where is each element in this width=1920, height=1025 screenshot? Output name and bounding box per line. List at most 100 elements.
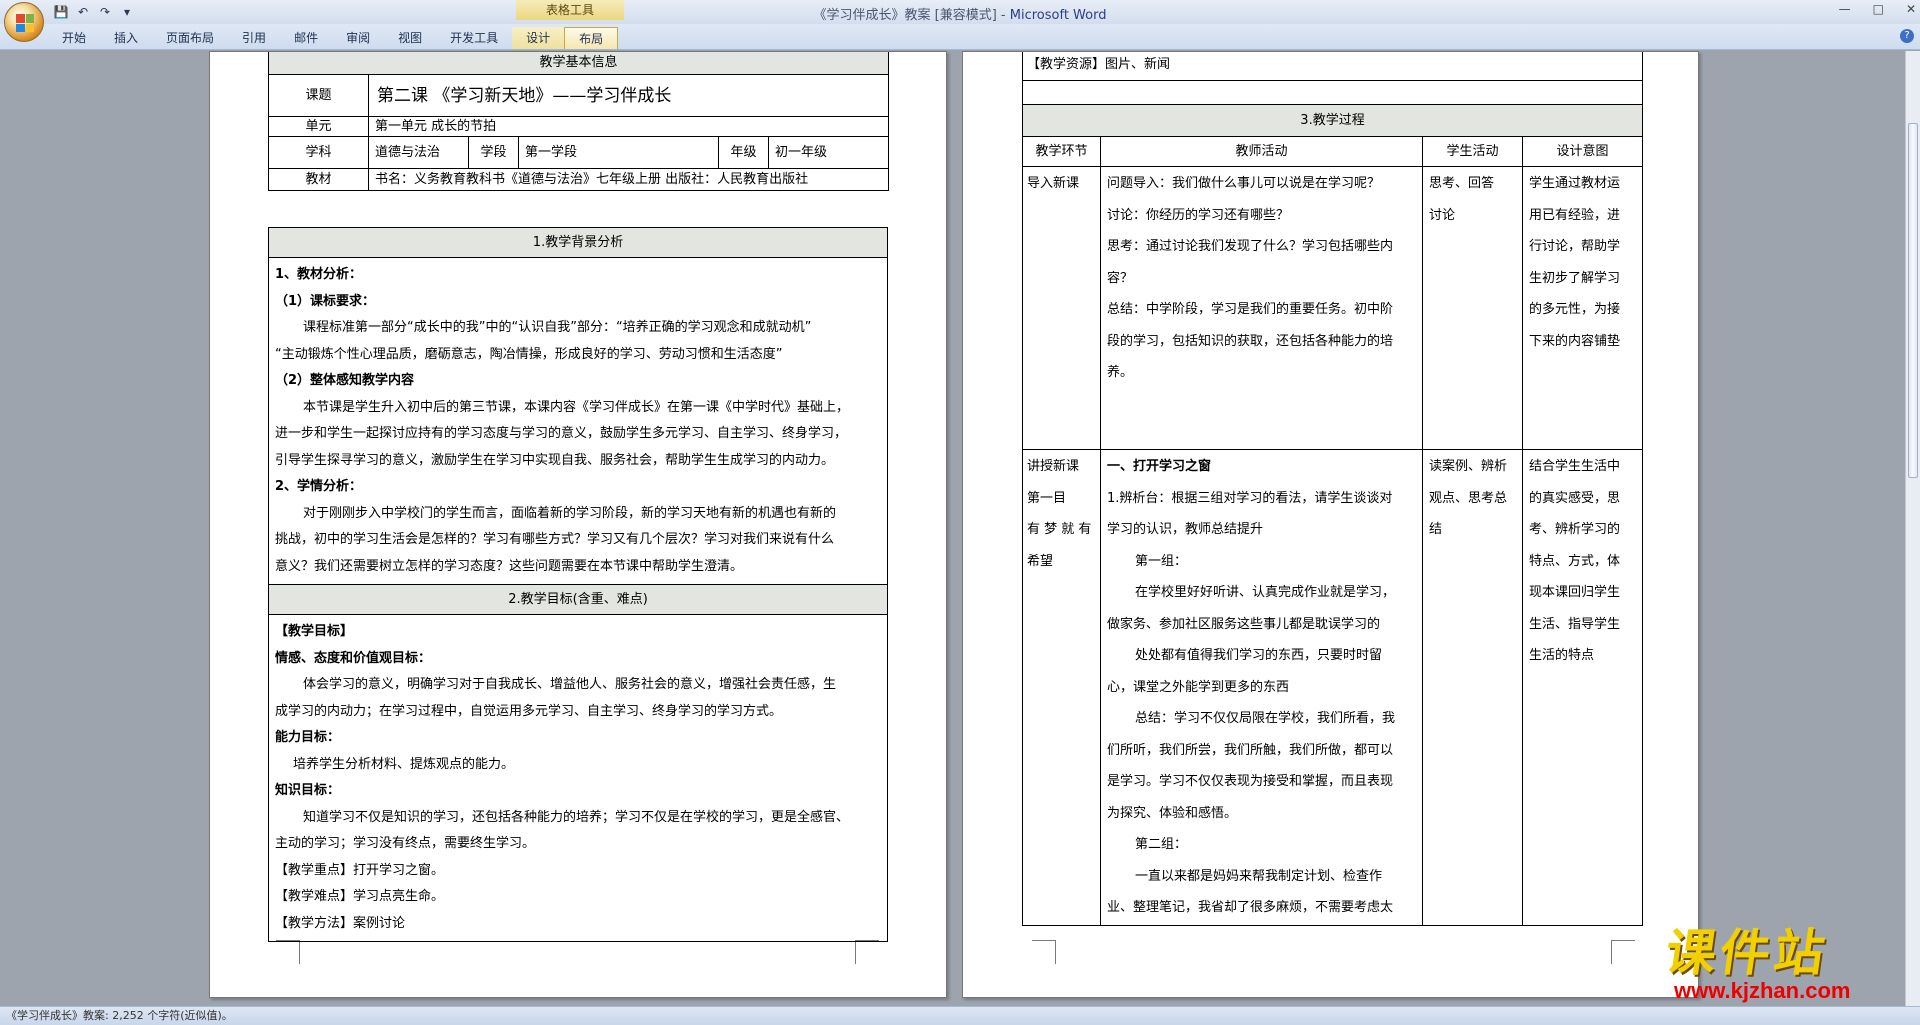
goal-line: 培养学生分析材料、提炼观点的能力。 [293, 756, 515, 772]
background-header: 1.教学背景分析 [268, 227, 888, 258]
maximize-icon[interactable]: □ [1873, 2, 1884, 16]
row2-teacher-line: 总结：学习不仅仅局限在学校，我们所看，我 [1135, 711, 1396, 726]
row2-design-line: 特点、方式，体 [1529, 553, 1621, 569]
process-header: 3.教学过程 [1021, 104, 1644, 137]
bg-line: 进一步和学生一起探讨应持有的学习态度与学习的意义，鼓励学生多元学习、自主学习、终… [275, 426, 848, 441]
row2-design: 结合学生生活中 的真实感受，思 考、辨析学习的 特点、方式，体 现本课回归学生 … [1521, 449, 1644, 926]
bg-line: 引导学生探寻学习的意义，激励学生在学习中实现自我、服务社会，帮助学生生成学习的内… [275, 452, 835, 468]
row2-design-line: 结合学生生活中 [1529, 459, 1621, 474]
row1-teacher-line: 段的学习，包括知识的获取，还包括各种能力的培 [1107, 333, 1394, 349]
bg-line: 意义？我们还需要树立怎样的学习态度？这些问题需要在本节课中帮助学生澄清。 [275, 558, 744, 574]
goal-line: 知识目标： [275, 783, 341, 798]
tab-home[interactable]: 开始 [48, 27, 100, 49]
window-title: 《学习伴成长》教案 [兼容模式] - Microsoft Word [0, 4, 1920, 23]
row2-student-line: 结 [1429, 522, 1443, 537]
col-header-stage: 教学环节 [1022, 136, 1101, 167]
row1-stage: 导入新课 [1022, 166, 1101, 450]
tab-references[interactable]: 引用 [228, 27, 280, 49]
row1-teacher-line: 问题导入：我们做什么事儿可以说是在学习呢？ [1107, 176, 1381, 191]
row2-teacher-line: 第二组： [1135, 837, 1188, 852]
office-button[interactable] [4, 2, 44, 42]
ribbon-tabs: 开始 插入 页面布局 引用 邮件 审阅 视图 开发工具 设计 布局 [48, 27, 619, 49]
col-header-teacher: 教师活动 [1100, 136, 1423, 167]
row2-stage-line: 讲授新课 [1027, 459, 1080, 474]
row1-design-line: 行讨论，帮助学 [1529, 239, 1621, 254]
teaching-process-table: 【教学资源】图片、新闻 3.教学过程 教学环节 教师活动 学生活动 设计意图 导… [1021, 52, 1644, 926]
row2-stage-line: 第一目 [1027, 490, 1067, 506]
row2-teacher-line: 是学习。学习不仅仅表现为接受和掌握，而且表现 [1107, 774, 1394, 789]
goal-line: 【教学难点】学习点亮生命。 [275, 889, 445, 904]
vertical-scrollbar[interactable] [1905, 51, 1920, 1006]
row1-design-line: 生初步了解学习 [1529, 270, 1621, 286]
window-controls: — □ ✕ [1839, 2, 1916, 16]
title-bar: 💾 ↶ ↷ ▾ 表格工具 《学习伴成长》教案 [兼容模式] - Microsof… [0, 0, 1920, 24]
row1-teacher-line: 养。 [1107, 365, 1134, 380]
row2-teacher-line: 业、整理笔记，我省却了很多麻烦，不需要考虑太 [1107, 900, 1394, 915]
row2-stage: 讲授新课 第一目 有 梦 就 有 希望 [1022, 449, 1101, 926]
row2-design-line: 现本课回归学生 [1529, 585, 1621, 600]
row2-student: 读案例、辨析 观点、思考总 结 [1422, 449, 1523, 926]
word-count[interactable]: 《学习伴成长》教案: 2,252 个字符(近似值)。 [6, 1009, 233, 1022]
margin-corner-mark [1611, 940, 1635, 964]
row1-design-line: 下来的内容铺垫 [1529, 333, 1621, 349]
tab-table-layout[interactable]: 布局 [564, 27, 619, 49]
row1-design-line: 的多元性，为接 [1529, 302, 1621, 317]
bg-line: 对于刚刚步入中学校门的学生而言，面临着新的学习阶段，新的学习天地有新的机遇也有新… [303, 505, 837, 521]
row1-design-line: 用已有经验，进 [1529, 207, 1621, 223]
watermark-url: www.kjzhan.com [1674, 978, 1851, 1003]
tab-insert[interactable]: 插入 [100, 27, 152, 49]
bg-line: （2）整体感知教学内容 [275, 373, 415, 388]
row2-teacher-line: 处处都有值得我们学习的东西，只要时时留 [1135, 648, 1383, 663]
background-content: 1、教材分析： （1）课标要求： 课程标准第一部分“成长中的我”中的“认识自我”… [268, 257, 888, 585]
goals-header: 2.教学目标(含重、难点) [268, 584, 888, 615]
tab-view[interactable]: 视图 [384, 27, 436, 49]
lesson-unit: 第一单元 成长的节拍 [367, 116, 890, 137]
page-right: 【教学资源】图片、新闻 3.教学过程 教学环节 教师活动 学生活动 设计意图 导… [962, 51, 1699, 998]
bg-line: 课程标准第一部分“成长中的我”中的“认识自我”部分：“培养正确的学习观念和成就动… [303, 320, 812, 335]
col-header-design: 设计意图 [1521, 136, 1644, 167]
row2-stage-line: 希望 [1027, 553, 1054, 569]
goal-line: 知道学习不仅是知识的学习，还包括各种能力的培养；学习不仅是在学校的学习，更是全感… [303, 809, 850, 825]
row1-design: 学生通过教材运 用已有经验，进 行讨论，帮助学 生初步了解学习 的多元性，为接 … [1521, 166, 1644, 450]
row1-teacher: 问题导入：我们做什么事儿可以说是在学习呢？ 讨论：你经历的学习还有哪些？ 思考：… [1100, 166, 1423, 450]
label-unit: 单元 [268, 116, 369, 137]
col-header-student: 学生活动 [1422, 136, 1523, 167]
minimize-icon[interactable]: — [1839, 2, 1851, 16]
tab-review[interactable]: 审阅 [332, 27, 384, 49]
row2-teacher-line: 心，课堂之外能学到更多的东西 [1107, 679, 1290, 695]
row1-student: 思考、回答 讨论 [1422, 166, 1523, 450]
row2-teacher: 一、打开学习之窗 1.辨析台：根据三组对学习的看法，请学生谈谈对 学习的认识，教… [1100, 449, 1423, 926]
tab-mailings[interactable]: 邮件 [280, 27, 332, 49]
lesson-subject: 道德与法治 [368, 136, 469, 169]
row1-student-line: 讨论 [1429, 207, 1456, 223]
row1-stage-line: 导入新课 [1027, 176, 1080, 191]
row1-teacher-line: 思考：通过讨论我们发现了什么？学习包括哪些内 [1107, 239, 1394, 254]
label-topic: 课题 [268, 74, 369, 117]
goal-line: 成学习的内动力；在学习过程中，自觉运用多元学习、自主学习、终身学习的学习方式。 [275, 703, 783, 719]
analysis-table: 1.教学背景分析 1、教材分析： （1）课标要求： 课程标准第一部分“成长中的我… [268, 227, 888, 942]
close-icon[interactable]: ✕ [1906, 2, 1916, 16]
row2-design-line: 生活、指导学生 [1529, 616, 1621, 632]
row1-design-line: 学生通过教材运 [1529, 176, 1621, 191]
lesson-grade: 初一年级 [767, 136, 890, 169]
help-icon[interactable]: ? [1900, 29, 1914, 43]
row2-design-line: 考、辨析学习的 [1529, 522, 1621, 537]
tab-table-design[interactable]: 设计 [512, 27, 565, 49]
ribbon: 开始 插入 页面布局 引用 邮件 审阅 视图 开发工具 设计 布局 ? [0, 24, 1920, 50]
row2-teacher-line: 一、打开学习之窗 [1107, 459, 1212, 474]
goal-line: 【教学目标】 [275, 624, 354, 639]
teaching-resources: 【教学资源】图片、新闻 [1021, 52, 1644, 81]
row2-teacher-line: 第一组： [1135, 553, 1188, 569]
margin-corner-mark [276, 940, 300, 964]
tab-developer[interactable]: 开发工具 [436, 27, 512, 49]
row2-teacher-line: 1.辨析台：根据三组对学习的看法，请学生谈谈对 [1107, 490, 1393, 506]
row2-student-line: 观点、思考总 [1429, 490, 1508, 506]
info-header: 教学基本信息 [267, 52, 890, 75]
row1-teacher-line: 容？ [1107, 270, 1134, 286]
row2-design-line: 的真实感受，思 [1529, 490, 1621, 506]
scrollbar-thumb[interactable] [1908, 123, 1918, 478]
goal-line: 主动的学习；学习没有终点，需要终生学习。 [275, 836, 536, 851]
margin-corner-mark [855, 940, 879, 964]
watermark-title: 课件站 [1661, 924, 1833, 982]
tab-page-layout[interactable]: 页面布局 [152, 27, 228, 49]
